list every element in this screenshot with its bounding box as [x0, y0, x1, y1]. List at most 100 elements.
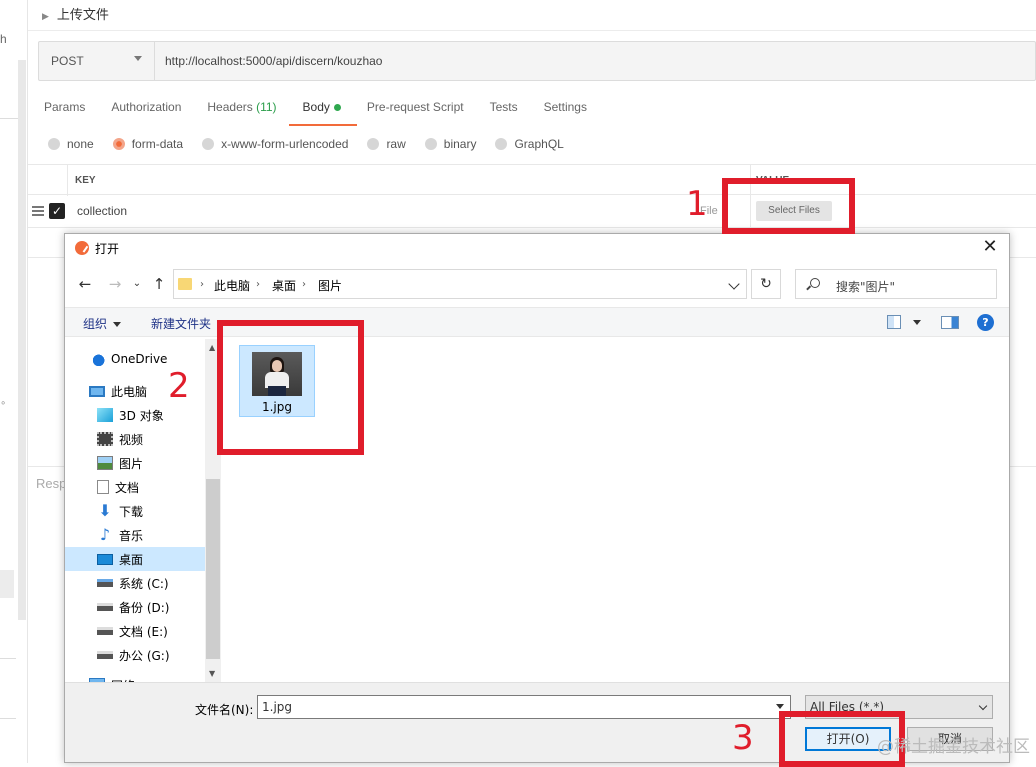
tree-item-drive-c[interactable]: 系统 (C:)	[97, 571, 221, 595]
caret-right-icon[interactable]: ▶	[42, 11, 49, 21]
tab-label: Authorization	[111, 100, 182, 114]
open-file-dialog: 打开 ✕ ← → ⌄ ↑ › 此电脑 › 桌面 › 图片 ↻ 搜索"图片" 组织…	[64, 233, 1010, 763]
tree-item-drive-g[interactable]: 办公 (G:)	[97, 643, 221, 667]
forward-arrow-icon[interactable]: →	[105, 274, 125, 294]
tree-item-3d-objects[interactable]: 3D 对象	[97, 403, 221, 427]
key-column-header: KEY	[75, 175, 96, 186]
sidebar-scrollbar[interactable]	[18, 60, 26, 620]
filename-value: 1.jpg	[262, 700, 293, 714]
active-dot-icon	[333, 104, 341, 112]
breadcrumb-this-pc[interactable]: 此电脑	[214, 277, 250, 294]
tree-item-drive-d[interactable]: 备份 (D:)	[97, 595, 221, 619]
postman-sidebar: h ∘	[0, 0, 28, 763]
tree-item-desktop[interactable]: 桌面	[65, 547, 205, 571]
radio-label: binary	[443, 137, 477, 151]
tree-item-downloads[interactable]: ⬇ 下载	[97, 499, 221, 523]
radio-icon	[48, 138, 60, 150]
filename-label: 文件名(N):	[195, 703, 254, 717]
request-tabs: Params Authorization Headers (11) Body P…	[44, 100, 613, 126]
annotation-step-2: 2	[168, 366, 190, 406]
response-label: Resp	[36, 476, 67, 491]
tab-label: Body	[302, 100, 330, 114]
scrollbar-thumb[interactable]	[206, 479, 220, 659]
tab-label: Tests	[489, 100, 518, 114]
radio-raw[interactable]: raw	[367, 137, 406, 151]
chevron-right-icon[interactable]: ›	[302, 277, 306, 294]
tree-item-label: 办公 (G:)	[119, 648, 170, 663]
view-mode-icon[interactable]	[887, 315, 901, 329]
breadcrumb-pictures[interactable]: 图片	[318, 277, 342, 294]
preview-pane-icon[interactable]	[941, 316, 959, 329]
desktop-icon	[97, 553, 113, 565]
tree-item-music[interactable]: ♪ 音乐	[97, 523, 221, 547]
filename-input[interactable]: 1.jpg	[257, 695, 791, 719]
tab-label: Pre-request Script	[366, 100, 464, 114]
up-arrow-icon[interactable]: ↑	[149, 274, 169, 294]
tree-item-label: 图片	[119, 456, 144, 471]
dialog-titlebar: 打开 ✕	[65, 234, 1009, 262]
address-bar[interactable]: › 此电脑 › 桌面 › 图片	[173, 269, 747, 299]
tab-authorization[interactable]: Authorization	[111, 100, 181, 124]
music-icon: ♪	[99, 525, 111, 544]
dialog-title: 打开	[95, 242, 120, 256]
scroll-down-icon[interactable]: ▼	[209, 669, 215, 678]
tab-pre-request-script[interactable]: Pre-request Script	[367, 100, 464, 124]
tab-body[interactable]: Body	[288, 100, 358, 126]
radio-binary[interactable]: binary	[424, 137, 477, 151]
recent-locations-icon[interactable]: ⌄	[127, 274, 147, 294]
radio-label: none	[67, 137, 94, 151]
scroll-up-icon[interactable]: ▲	[209, 343, 215, 352]
tree-item-pictures[interactable]: 图片	[97, 451, 221, 475]
method-label: POST	[51, 54, 84, 68]
radio-x-www-form-urlencoded[interactable]: x-www-form-urlencoded	[202, 137, 348, 151]
tab-params[interactable]: Params	[44, 100, 85, 124]
radio-icon	[424, 138, 437, 150]
drag-handle-icon[interactable]	[32, 206, 44, 216]
tree-item-label: 此电脑	[111, 384, 148, 399]
sidebar-selected-item[interactable]	[0, 570, 14, 598]
chevron-down-icon[interactable]	[913, 320, 921, 325]
chevron-down-icon	[134, 56, 142, 61]
tree-item-label: 3D 对象	[119, 408, 164, 423]
tab-tests[interactable]: Tests	[490, 100, 518, 124]
organize-button[interactable]: 组织	[83, 315, 122, 332]
breadcrumb-desktop[interactable]: 桌面	[272, 277, 296, 294]
tree-item-video[interactable]: 视频	[97, 427, 221, 451]
tab-settings[interactable]: Settings	[544, 100, 587, 124]
tree-item-documents[interactable]: 文档	[97, 475, 221, 499]
tree-item-label: 视频	[119, 432, 144, 447]
chevron-down-icon[interactable]	[776, 704, 784, 709]
radio-none[interactable]: none	[48, 137, 94, 151]
search-input[interactable]: 搜索"图片"	[795, 269, 997, 299]
help-icon[interactable]: ?	[977, 314, 994, 331]
row-checkbox[interactable]: ✓	[49, 203, 65, 219]
request-title[interactable]: ▶ 上传文件	[42, 4, 109, 23]
search-placeholder: 搜索"图片"	[836, 280, 896, 294]
close-icon[interactable]: ✕	[979, 236, 1001, 258]
tab-headers[interactable]: Headers (11)	[207, 100, 276, 124]
method-select[interactable]: POST	[39, 42, 155, 80]
radio-graphql[interactable]: GraphQL	[495, 137, 564, 151]
refresh-icon[interactable]: ↻	[751, 269, 781, 299]
search-icon	[810, 278, 820, 288]
3d-objects-icon	[97, 408, 113, 422]
computer-icon	[89, 385, 105, 397]
back-arrow-icon[interactable]: ←	[75, 274, 95, 294]
radio-icon	[367, 138, 380, 150]
chevron-down-icon[interactable]	[728, 278, 740, 290]
more-icon[interactable]: ∘	[0, 398, 6, 409]
chevron-right-icon[interactable]: ›	[256, 277, 260, 294]
table-row: ✓ collection File Select Files	[28, 195, 1036, 228]
new-folder-button[interactable]: 新建文件夹	[151, 315, 211, 332]
tree-item-label: OneDrive	[111, 352, 168, 366]
tree-item-onedrive[interactable]: OneDrive	[89, 347, 221, 371]
radio-form-data[interactable]: form-data	[112, 137, 183, 151]
tree-item-this-pc[interactable]: 此电脑	[89, 379, 221, 403]
radio-icon	[495, 138, 508, 150]
url-input[interactable]: http://localhost:5000/api/discern/kouzha…	[165, 54, 382, 68]
tree-item-drive-e[interactable]: 文档 (E:)	[97, 619, 221, 643]
radio-label: raw	[386, 137, 406, 151]
key-cell[interactable]: collection	[77, 204, 127, 218]
chevron-right-icon[interactable]: ›	[200, 277, 204, 294]
tree-item-label: 音乐	[119, 528, 144, 543]
